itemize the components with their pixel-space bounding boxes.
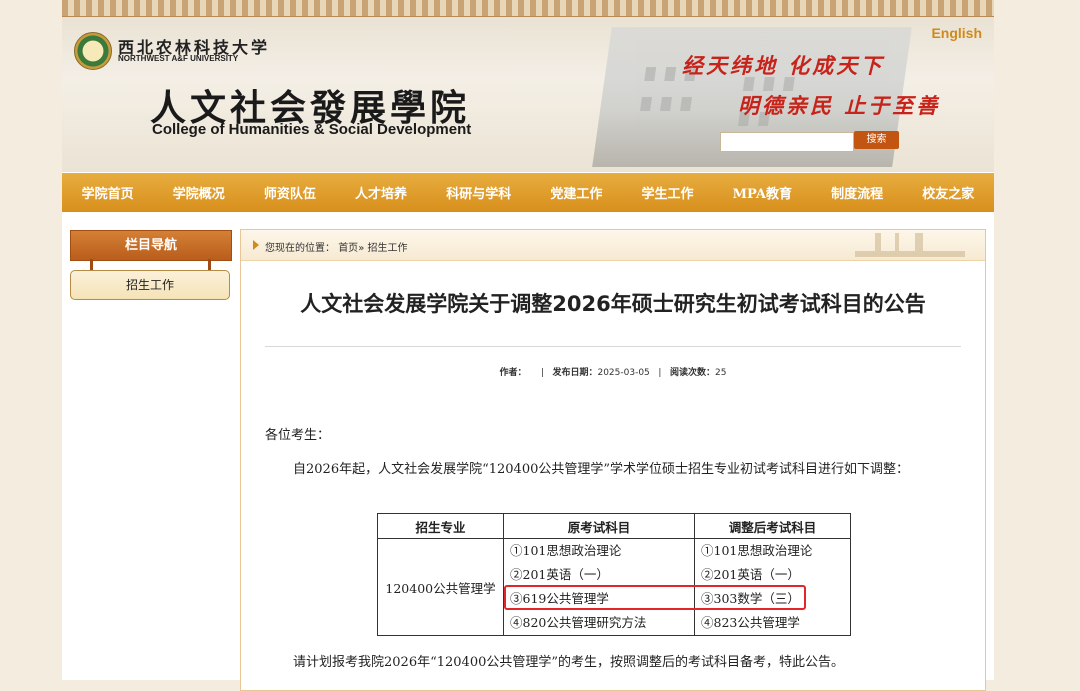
header-banner: 西北农林科技大学 NORTHWEST A&F UNIVERSITY 人文社会發展…: [62, 17, 994, 172]
publish-date: 2025-03-05: [597, 368, 650, 378]
views-label: 阅读次数：: [670, 368, 716, 378]
nav-item-alumni[interactable]: 校友之家: [916, 183, 980, 202]
english-link[interactable]: English: [931, 25, 982, 41]
view-count: 25: [715, 368, 727, 378]
article-paragraph: 自2026年起，人文社会发展学院“120400公共管理学”学术学位硕士招生专业初…: [293, 462, 910, 477]
breadcrumb-current[interactable]: 招生工作: [368, 243, 408, 254]
closing-paragraph: 请计划报考我院2026年“120400公共管理学”的考生，按照调整后的考试科目备…: [293, 655, 845, 670]
article-meta: 作者： | 发布日期：2025-03-05 | 阅读次数：25: [499, 368, 727, 378]
decorative-border: [62, 0, 994, 17]
motto-line-1: 经天纬地 化成天下: [682, 53, 885, 78]
highlight-box: [504, 585, 806, 610]
adjusted-subject: ④823公共管理学: [701, 615, 800, 630]
sidebar-item-admissions[interactable]: 招生工作: [70, 270, 230, 300]
search-input[interactable]: [720, 132, 854, 152]
original-subject: ④820公共管理研究方法: [510, 615, 647, 630]
breadcrumb-home[interactable]: 首页: [338, 243, 358, 254]
article-panel: 您现在的位置： 首页» 招生工作 人文社会发展学院关于调整2026年硕士研究生初…: [240, 229, 986, 691]
college-name-en: College of Humanities & Social Developme…: [152, 121, 472, 138]
motto-line-2: 明德亲民 止于至善: [738, 93, 941, 118]
author-label: 作者：: [499, 368, 527, 378]
article-title: 人文社会发展学院关于调整2026年硕士研究生初试考试科目的公告: [300, 292, 926, 316]
original-subject: ①101思想政治理论: [510, 543, 622, 558]
university-logo-icon[interactable]: [74, 32, 112, 70]
major-cell: 120400公共管理学: [377, 538, 504, 636]
breadcrumb-arrow-icon: [253, 240, 259, 250]
breadcrumb-text: 您现在的位置： 首页» 招生工作: [265, 239, 408, 254]
nav-item-education[interactable]: 人才培养: [349, 183, 413, 202]
nav-item-mpa[interactable]: MPA教育: [727, 183, 798, 202]
original-subject: ②201英语（一）: [510, 567, 609, 582]
breadcrumb-prefix: 您现在的位置：: [265, 243, 335, 254]
sidebar-title: 栏目导航: [70, 230, 232, 261]
subjects-table: 招生专业 原考试科目 调整后考试科目 120400公共管理学 ①101思想政治理…: [377, 513, 851, 636]
table-header: 调整后考试科目: [694, 513, 851, 539]
main-nav: 学院首页 学院概况 师资队伍 人才培养 科研与学科 党建工作 学生工作 MPA教…: [62, 173, 994, 212]
nav-item-overview[interactable]: 学院概况: [167, 183, 231, 202]
breadcrumb: 您现在的位置： 首页» 招生工作: [241, 230, 985, 261]
nav-item-students[interactable]: 学生工作: [636, 183, 700, 202]
adjusted-subject: ②201英语（一）: [701, 567, 800, 582]
university-name-en: NORTHWEST A&F UNIVERSITY: [118, 54, 239, 63]
table-header-row: 招生专业 原考试科目 调整后考试科目: [377, 513, 851, 539]
nav-item-faculty[interactable]: 师资队伍: [258, 183, 322, 202]
title-divider: [265, 346, 961, 347]
nav-item-research[interactable]: 科研与学科: [440, 183, 517, 202]
date-label: 发布日期：: [552, 368, 598, 378]
greeting: 各位考生：: [265, 428, 331, 443]
adjusted-subject: ①101思想政治理论: [701, 543, 813, 558]
breadcrumb-sep: »: [358, 243, 365, 254]
nav-item-rules[interactable]: 制度流程: [825, 183, 889, 202]
table-header: 招生专业: [377, 513, 504, 539]
table-header: 原考试科目: [503, 513, 695, 539]
skyline-decoration: [855, 233, 965, 257]
search-button[interactable]: 搜索: [854, 131, 899, 149]
nav-item-home[interactable]: 学院首页: [76, 183, 140, 202]
nav-item-party[interactable]: 党建工作: [544, 183, 608, 202]
page: 西北农林科技大学 NORTHWEST A&F UNIVERSITY 人文社会發展…: [62, 0, 994, 691]
